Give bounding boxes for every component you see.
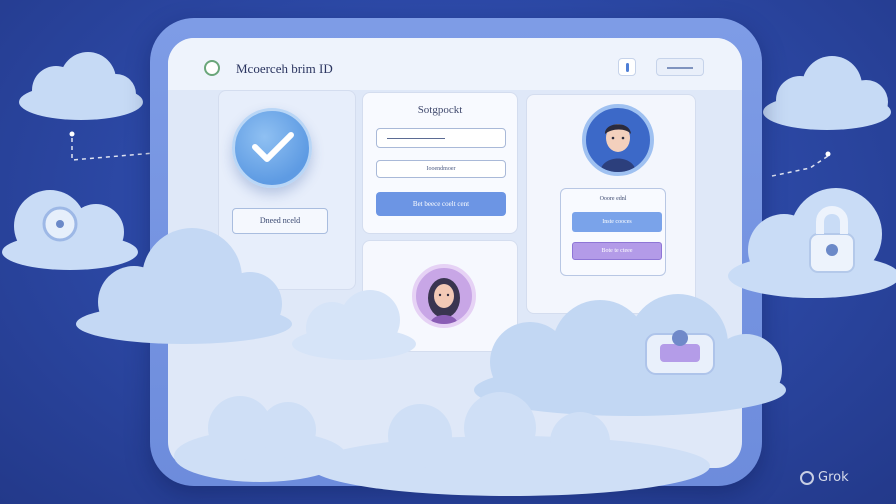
cloud-top-right	[762, 56, 892, 132]
app-title: Mcoerceh brim ID	[236, 61, 333, 76]
cloud-bottom	[170, 366, 730, 504]
grok-logo-icon	[800, 471, 814, 485]
avatar-female	[412, 264, 476, 328]
cloud-bottom-left	[74, 226, 294, 346]
watermark: Grok	[818, 470, 849, 485]
cloud-lock-right	[724, 184, 896, 304]
menu-button[interactable]	[656, 58, 704, 76]
avatar-male	[582, 104, 654, 176]
login-box-title: Ooore ednl	[599, 196, 627, 202]
submit-button[interactable]: Bet beece coelt cent	[376, 192, 506, 216]
username-field[interactable]	[376, 128, 506, 148]
form-title: Sotgpockt	[417, 104, 463, 116]
app-logo-icon	[204, 60, 220, 76]
primary-action-button[interactable]: Inste cooces	[572, 212, 662, 232]
toolbar-icon-button[interactable]	[618, 58, 636, 76]
title-bar: Mcoerceh brim ID	[168, 38, 742, 90]
connection-line-right	[770, 148, 840, 187]
password-field[interactable]: Iooendmoer	[376, 160, 506, 178]
check-icon	[232, 108, 312, 188]
cloud-center	[290, 282, 420, 362]
cloud-top-left	[16, 50, 146, 120]
secondary-action-button[interactable]: Bote te cteee	[572, 242, 662, 260]
